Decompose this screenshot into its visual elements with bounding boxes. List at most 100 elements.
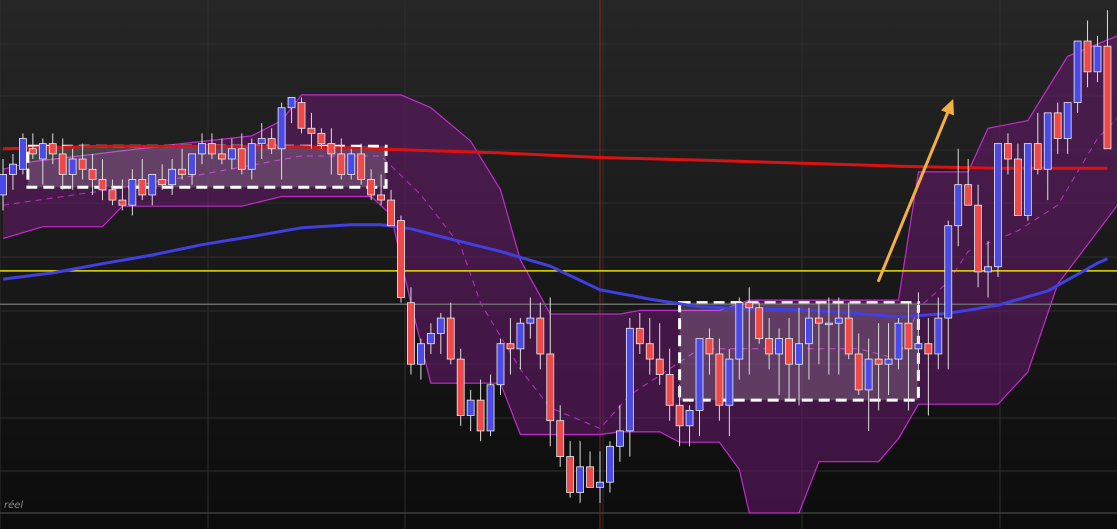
candle-body (924, 343, 933, 355)
candle-body (526, 317, 535, 324)
candle-body (28, 148, 37, 155)
candle-body (576, 466, 584, 493)
candle-body (1033, 143, 1042, 170)
candle-body (247, 143, 256, 170)
candle-body (864, 358, 873, 391)
candle-body (217, 153, 226, 160)
candle-body (536, 317, 545, 355)
candle-body (964, 184, 973, 206)
candle-body (387, 199, 395, 227)
candle-body (118, 199, 127, 206)
candle-body (596, 481, 604, 488)
candle-body (88, 168, 97, 180)
candle-body (38, 143, 47, 160)
candle-body (287, 97, 296, 109)
candle-body (914, 343, 923, 350)
candle-body (307, 127, 316, 134)
candle-body (546, 353, 555, 422)
candle-body (725, 358, 734, 406)
candle-body (735, 302, 744, 360)
candle-body (844, 317, 853, 355)
candle-body (277, 107, 286, 150)
candle-body (327, 143, 336, 155)
candle-body (0, 174, 7, 196)
candle-body (1043, 112, 1052, 170)
candle-body (108, 189, 117, 201)
candlestick-chart (0, 0, 1117, 529)
candle-body (904, 322, 913, 350)
candle-body (994, 143, 1002, 268)
candle-body (755, 307, 764, 339)
candle-body (954, 184, 963, 227)
candle-body (795, 343, 803, 365)
candle-body (317, 132, 326, 145)
candle-body (516, 322, 525, 350)
candle-body (556, 420, 565, 457)
candle-body (128, 179, 137, 206)
candle-body (715, 353, 724, 406)
candle-body (337, 153, 346, 175)
candle-body (188, 153, 196, 175)
candle-body (834, 317, 843, 324)
candle-body (78, 158, 87, 170)
candle-body (695, 338, 704, 411)
candle-body (58, 153, 67, 175)
candle-body (227, 148, 236, 160)
candle-body (1053, 112, 1062, 139)
candle-body (785, 338, 793, 365)
candle-body (874, 358, 883, 365)
candle-body (934, 317, 943, 355)
candle-body (655, 358, 664, 375)
candle-body (257, 138, 266, 145)
candle-body (198, 143, 206, 155)
candle-body (616, 430, 624, 447)
candle-body (148, 174, 157, 196)
candle-body (466, 399, 475, 416)
candle-body (208, 143, 216, 155)
candle-body (347, 153, 356, 175)
candle-body (297, 102, 306, 129)
candle-body (745, 302, 754, 309)
candle-body (765, 338, 774, 355)
candle-body (18, 138, 27, 170)
candle-body (884, 358, 893, 365)
candle-body (377, 194, 386, 201)
candle-body (1103, 45, 1112, 150)
candle-body (1063, 102, 1072, 139)
candle-body (178, 168, 187, 175)
candle-body (665, 374, 674, 406)
candle-body (705, 338, 714, 355)
candle-body (267, 138, 276, 150)
candle-body (68, 158, 77, 175)
candle-body (138, 179, 147, 196)
candle-body (98, 179, 107, 191)
candle-body (805, 317, 813, 345)
candle-body (1004, 143, 1012, 160)
candle-body (48, 143, 57, 155)
candle-body (824, 322, 833, 326)
candle-body (476, 399, 485, 432)
candle-body (158, 179, 167, 186)
candle-body (357, 153, 366, 180)
candle-body (397, 220, 405, 298)
candle-body (775, 338, 783, 355)
candle-body (436, 317, 445, 334)
corner-label: réel (4, 500, 24, 511)
candle-body (974, 204, 982, 273)
candle-body (168, 168, 177, 186)
candle-body (944, 225, 953, 319)
candle-body (456, 358, 465, 416)
candle-body (496, 343, 505, 386)
candle-body (486, 384, 495, 432)
candle-body (1073, 40, 1082, 104)
candle-body (645, 343, 654, 360)
candle-body (586, 466, 594, 488)
candle-body (446, 317, 455, 360)
candle-body (426, 333, 435, 345)
candle-body (675, 404, 684, 427)
candle-body (625, 327, 634, 432)
candle-body (506, 343, 515, 350)
candle-body (606, 445, 614, 483)
candle-body (367, 179, 376, 196)
candle-body (407, 302, 415, 365)
